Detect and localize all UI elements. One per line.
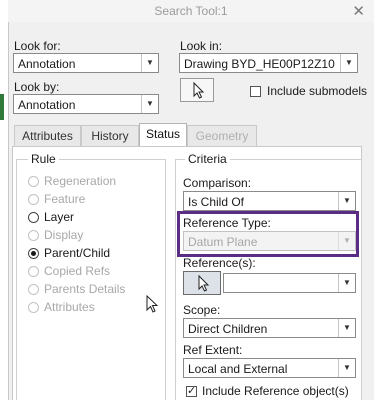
look-in-value: Drawing BYD_HE00P12Z108-2D_ [184, 57, 335, 71]
look-in-label: Look in: [180, 39, 223, 53]
radio-attributes[interactable] [28, 302, 39, 313]
cursor-arrow-icon [193, 81, 205, 99]
select-button[interactable] [180, 78, 214, 102]
radio-regeneration[interactable] [28, 176, 39, 187]
include-reference-checkbox[interactable] [186, 384, 197, 397]
chevron-down-icon: ▼ [338, 274, 355, 292]
title-bar: Search Tool:1 ✕ [8, 0, 374, 22]
radio-parents-details-label: Parents Details [44, 282, 126, 296]
window-title: Search Tool:1 [154, 4, 228, 18]
radio-parent-child[interactable] [28, 248, 39, 259]
radio-parents-details[interactable] [28, 284, 39, 295]
look-in-select[interactable]: Drawing BYD_HE00P12Z108-2D_ ▼ [179, 53, 358, 73]
chevron-down-icon: ▼ [141, 54, 158, 72]
mouse-pointer-icon [146, 295, 159, 313]
tab-geometry[interactable]: Geometry [187, 125, 257, 147]
look-for-select[interactable]: Annotation ▼ [13, 53, 159, 73]
radio-copied-refs[interactable] [28, 266, 39, 277]
chevron-down-icon: ▼ [141, 95, 158, 113]
radio-layer[interactable] [28, 212, 39, 223]
criteria-group-title: Criteria [185, 152, 230, 166]
comparison-label: Comparison: [183, 176, 252, 190]
radio-regeneration-label: Regeneration [44, 174, 117, 188]
ref-extent-value: Local and External [188, 362, 288, 376]
reference-select-button[interactable] [183, 271, 221, 295]
include-submodels-label: Include submodels [267, 84, 368, 98]
chevron-down-icon: ▼ [338, 359, 355, 377]
ref-extent-select[interactable]: Local and External ▼ [183, 358, 356, 378]
scope-label: Scope: [183, 303, 221, 317]
radio-feature-label: Feature [44, 192, 86, 206]
scope-value: Direct Children [188, 322, 268, 336]
radio-copied-refs-label: Copied Refs [44, 264, 111, 278]
radio-layer-label: Layer [44, 210, 75, 224]
background-green-marker [0, 94, 4, 120]
chevron-down-icon: ▼ [340, 54, 357, 72]
ref-extent-label: Ref Extent: [183, 343, 243, 357]
comparison-select[interactable]: Is Child Of ▼ [183, 191, 356, 211]
radio-parent-child-label: Parent/Child [44, 246, 111, 260]
look-for-value: Annotation [18, 57, 76, 71]
rule-group [16, 159, 166, 400]
radio-display-label: Display [44, 228, 84, 242]
tab-history[interactable]: History [81, 125, 139, 147]
comparison-value: Is Child Of [188, 195, 245, 209]
look-by-label: Look by: [14, 80, 60, 94]
reference-type-highlight-box [177, 211, 359, 257]
cursor-arrow-icon [198, 274, 210, 292]
look-by-select[interactable]: Annotation ▼ [13, 94, 159, 114]
radio-display[interactable] [28, 230, 39, 241]
references-label: Reference(s): [183, 256, 256, 270]
tab-status[interactable]: Status [139, 123, 187, 147]
chevron-down-icon: ▼ [338, 192, 355, 210]
radio-feature[interactable] [28, 194, 39, 205]
chevron-down-icon: ▼ [338, 319, 355, 337]
scope-select[interactable]: Direct Children ▼ [183, 318, 356, 338]
look-by-value: Annotation [18, 98, 76, 112]
include-reference-label: Include Reference object(s) [202, 384, 349, 398]
include-submodels-checkbox[interactable] [250, 86, 261, 97]
tab-attributes[interactable]: Attributes [14, 125, 81, 147]
references-select[interactable]: ▼ [223, 273, 356, 293]
close-icon[interactable]: ✕ [352, 2, 365, 20]
radio-attributes-label: Attributes [44, 300, 95, 314]
rule-group-title: Rule [28, 152, 59, 166]
look-for-label: Look for: [14, 39, 61, 53]
background-window-edge [0, 0, 9, 400]
